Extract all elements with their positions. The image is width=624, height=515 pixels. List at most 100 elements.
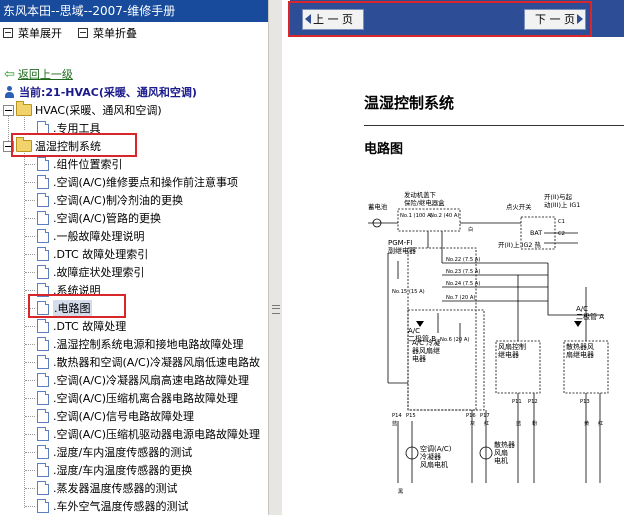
document-icon [37, 463, 49, 477]
collapse-node-icon[interactable] [3, 104, 14, 116]
pin-label: P13 [580, 399, 590, 405]
tree-item[interactable]: .散热器和空调(A/C)冷凝器风扇低速电路故 [37, 353, 260, 371]
panel-splitter[interactable] [268, 0, 283, 515]
wire-color-label: 蓝 [516, 419, 521, 427]
folder-open-icon [16, 101, 32, 116]
next-page-button[interactable]: 下 一 页 [524, 9, 586, 30]
back-arrow-icon: ⇦ [4, 66, 15, 82]
grip-icon[interactable] [272, 305, 280, 314]
tree-item-label[interactable]: .蒸发器温度传感器的测试 [53, 480, 178, 496]
tree-item-label[interactable]: .一般故障处理说明 [53, 228, 145, 244]
collapse-menu-button[interactable]: 菜单折叠 [78, 25, 137, 41]
fusebox-label: 发动机盖下保险/继电器盒 [404, 190, 445, 207]
tree-item-label[interactable]: .车外空气温度传感器的测试 [53, 498, 189, 514]
prev-page-button[interactable]: 上 一 页 [302, 9, 364, 30]
tree-item[interactable]: .系统说明 [37, 281, 101, 299]
tree-line [25, 470, 35, 471]
fuse-label: No.23 (7.5 A) [446, 269, 480, 275]
tree-item-label[interactable]: .空调(A/C)冷凝器风扇高速电路故障处理 [53, 372, 249, 388]
tree-line [25, 200, 35, 201]
tree-item[interactable]: .湿度/车内温度传感器的测试 [37, 443, 192, 461]
tree-item-label[interactable]: .空调(A/C)压缩机驱动器电源电路故障处理 [53, 426, 260, 442]
tree-node-hvac[interactable]: HVAC(采暖、通风和空调) [3, 101, 162, 119]
tree-item[interactable]: .DTC 故障处理 [37, 317, 126, 335]
radiator-motor-label: 散热器风扇电机 [494, 440, 515, 465]
fuse-label: No.2 (40 A) [430, 213, 459, 219]
right-arrow-icon [577, 14, 583, 24]
tree-item[interactable]: .车外空气温度传感器的测试 [37, 497, 189, 515]
tree-item-label[interactable]: .系统说明 [53, 282, 101, 298]
document-icon [37, 121, 49, 135]
fuse-label: No.6 (20 A) [440, 337, 469, 343]
tree-line [25, 272, 35, 273]
fuse-label: No.24 (7.5 A) [446, 281, 480, 287]
ig2-label: 开(II)上 IG2 热 [498, 240, 542, 249]
tree-item[interactable]: .一般故障处理说明 [37, 227, 145, 245]
collapse-node-icon[interactable] [3, 140, 14, 152]
document-icon [37, 193, 49, 207]
page-nav-bar: 上 一 页 下 一 页 [288, 0, 624, 37]
expand-menu-button[interactable]: 菜单展开 [3, 25, 62, 41]
tree-item-label[interactable]: .空调(A/C)制冷剂油的更换 [53, 192, 183, 208]
tree-item-label[interactable]: .湿度/车内温度传感器的测试 [53, 444, 192, 460]
back-link[interactable]: 返回上一级 [18, 66, 73, 82]
tree-item-label[interactable]: .湿度/车内温度传感器的更换 [53, 462, 192, 478]
pin-label: P14 [392, 413, 402, 419]
pin-label: P17 [480, 413, 490, 419]
tree-line [25, 236, 35, 237]
tree-item-label[interactable]: .空调(A/C)压缩机离合器电路故障处理 [53, 390, 238, 406]
bat-label: BAT [530, 229, 542, 237]
tree-item-label[interactable]: .散热器和空调(A/C)冷凝器风扇低速电路故 [53, 354, 260, 370]
wire-color-label: 黄 [584, 419, 589, 427]
tree-item[interactable]: .空调(A/C)冷凝器风扇高速电路故障处理 [37, 371, 249, 389]
tree-item[interactable]: .故障症状处理索引 [37, 263, 145, 281]
tree-item-label[interactable]: .DTC 故障处理 [53, 318, 126, 334]
ac-condenser-motor-label: 空调(A/C)冷凝器风扇电机 [420, 444, 452, 469]
tree-item-selected[interactable]: .电路图 [37, 299, 92, 317]
tree-item-label[interactable]: .空调(A/C)信号电路故障处理 [53, 408, 194, 424]
tree-line [25, 254, 35, 255]
fuse-label: No.7 (20 A) [446, 295, 475, 301]
tree-item[interactable]: .空调(A/C)信号电路故障处理 [37, 407, 194, 425]
tree-line [25, 182, 35, 183]
tree-item-special-tools[interactable]: .专用工具 [37, 119, 101, 137]
radiator-fan-relay-label: 散热器风扇继电器 [566, 342, 594, 359]
current-section: 当前:21-HVAC(采暖、通风和空调) [4, 84, 197, 100]
tree-item[interactable]: .空调(A/C)压缩机驱动器电源电路故障处理 [37, 425, 260, 443]
tree-item[interactable]: .组件位置索引 [37, 155, 123, 173]
fuse-label: No.15 (15 A) [392, 289, 425, 295]
tree-item[interactable]: .空调(A/C)管路的更换 [37, 209, 161, 227]
tree-item[interactable]: .空调(A/C)制冷剂油的更换 [37, 191, 183, 209]
tree-item-label[interactable]: .空调(A/C)管路的更换 [53, 210, 161, 226]
document-icon [37, 247, 49, 261]
pgm-fi-label: PGM-FI 副继电器 [388, 239, 416, 255]
battery-label: 蓄电池 [368, 202, 388, 211]
tree-line [25, 506, 35, 507]
tree-item-label[interactable]: .组件位置索引 [53, 156, 123, 172]
user-icon [4, 86, 15, 98]
tree-item[interactable]: .空调(A/C)压缩机离合器电路故障处理 [37, 389, 238, 407]
tree-node-climate-control[interactable]: 温湿控制系统 [3, 137, 101, 155]
tree-item-label[interactable]: .温湿控制系统电源和接地电路故障处理 [53, 336, 244, 352]
tree-item[interactable]: .湿度/车内温度传感器的更换 [37, 461, 192, 479]
document-icon [37, 301, 49, 315]
tree-line [25, 344, 35, 345]
document-icon [37, 337, 49, 351]
wire-color-label: 白 [468, 225, 473, 233]
tree-item-label[interactable]: .电路图 [53, 300, 92, 316]
tree-item-label[interactable]: .故障症状处理索引 [53, 264, 145, 280]
left-arrow-icon [305, 14, 311, 24]
tree-item[interactable]: .温湿控制系统电源和接地电路故障处理 [37, 335, 244, 353]
pin-label: P16 [466, 413, 476, 419]
tree-item-label[interactable]: .空调(A/C)维修要点和操作前注意事项 [53, 174, 238, 190]
tree-item-label[interactable]: .DTC 故障处理索引 [53, 246, 148, 262]
tree-line [25, 290, 35, 291]
tree-item[interactable]: .蒸发器温度传感器的测试 [37, 479, 178, 497]
collapse-icon [78, 28, 88, 38]
title-divider [364, 125, 624, 126]
tree-line [25, 434, 35, 435]
document-icon [37, 427, 49, 441]
tree-item[interactable]: .DTC 故障处理索引 [37, 245, 148, 263]
pin-label: C2 [558, 231, 565, 237]
tree-item[interactable]: .空调(A/C)维修要点和操作前注意事项 [37, 173, 238, 191]
